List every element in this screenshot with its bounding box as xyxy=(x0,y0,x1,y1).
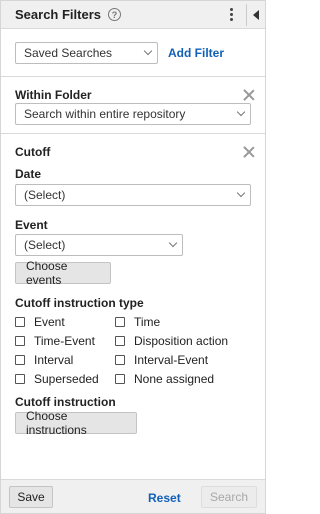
date-value: (Select) xyxy=(24,188,66,202)
saved-searches-select[interactable]: Saved Searches xyxy=(15,41,158,64)
instruction-type-option[interactable]: None assigned xyxy=(115,372,235,386)
more-options-icon[interactable] xyxy=(226,8,236,21)
option-label: Event xyxy=(34,315,65,329)
choose-instructions-button[interactable]: Choose instructions xyxy=(15,409,137,437)
saved-searches-value: Saved Searches xyxy=(24,45,113,60)
date-label: Date xyxy=(15,167,42,181)
instruction-type-option[interactable]: Disposition action xyxy=(115,334,235,348)
within-folder-section: Within Folder Search within entire repos… xyxy=(1,77,265,134)
instruction-type-option[interactable]: Interval xyxy=(15,353,115,367)
panel-title: Search Filters xyxy=(15,7,101,22)
instruction-type-options: Event Time Time-Event Disposition action… xyxy=(15,315,235,386)
checkbox[interactable] xyxy=(15,374,25,384)
option-label: Interval-Event xyxy=(134,353,209,367)
instruction-type-option[interactable]: Superseded xyxy=(15,372,115,386)
instruction-type-option[interactable]: Time xyxy=(115,315,235,329)
option-label: Superseded xyxy=(34,372,99,386)
checkbox[interactable] xyxy=(115,317,125,327)
folder-scope-value: Search within entire repository xyxy=(24,107,186,121)
search-filters-panel: Search Filters ? Saved Searches Add Filt… xyxy=(0,0,266,514)
instruction-label: Cutoff instruction xyxy=(15,395,116,409)
within-folder-title: Within Folder xyxy=(15,88,92,102)
instruction-type-option[interactable]: Interval-Event xyxy=(115,353,235,367)
cutoff-title: Cutoff xyxy=(15,145,51,159)
folder-scope-select[interactable]: Search within entire repository xyxy=(15,103,251,125)
add-filter-link[interactable]: Add Filter xyxy=(168,46,224,60)
instruction-type-option[interactable]: Time-Event xyxy=(15,334,115,348)
saved-searches-section: Saved Searches Add Filter xyxy=(1,29,265,77)
panel-footer: Save Reset Search xyxy=(1,479,265,513)
collapse-panel-icon[interactable] xyxy=(253,9,259,20)
save-button[interactable]: Save xyxy=(9,486,53,508)
panel-header: Search Filters ? xyxy=(1,1,265,29)
option-label: Time xyxy=(134,315,161,329)
checkbox[interactable] xyxy=(115,374,125,384)
option-label: Disposition action xyxy=(134,334,229,348)
close-cutoff-icon[interactable] xyxy=(243,146,255,158)
close-within-folder-icon[interactable] xyxy=(243,89,255,101)
choose-events-button[interactable]: Choose events xyxy=(15,259,111,287)
event-label: Event xyxy=(15,218,48,232)
chevron-down-icon xyxy=(168,238,178,248)
instruction-type-option[interactable]: Event xyxy=(15,315,115,329)
checkbox[interactable] xyxy=(15,355,25,365)
instruction-type-label: Cutoff instruction type xyxy=(15,296,144,310)
chevron-down-icon xyxy=(143,46,153,55)
header-divider xyxy=(246,3,247,26)
chevron-down-icon xyxy=(236,107,246,117)
event-value: (Select) xyxy=(24,238,66,252)
help-icon[interactable]: ? xyxy=(108,8,121,21)
checkbox[interactable] xyxy=(115,355,125,365)
reset-link[interactable]: Reset xyxy=(148,491,181,505)
date-select[interactable]: (Select) xyxy=(15,184,251,206)
checkbox[interactable] xyxy=(115,336,125,346)
chevron-down-icon xyxy=(236,188,246,198)
checkbox[interactable] xyxy=(15,336,25,346)
event-select[interactable]: (Select) xyxy=(15,234,183,256)
option-label: Interval xyxy=(34,353,74,367)
search-button[interactable]: Search xyxy=(201,486,257,508)
option-label: Time-Event xyxy=(34,334,95,348)
checkbox[interactable] xyxy=(15,317,25,327)
option-label: None assigned xyxy=(134,372,215,386)
